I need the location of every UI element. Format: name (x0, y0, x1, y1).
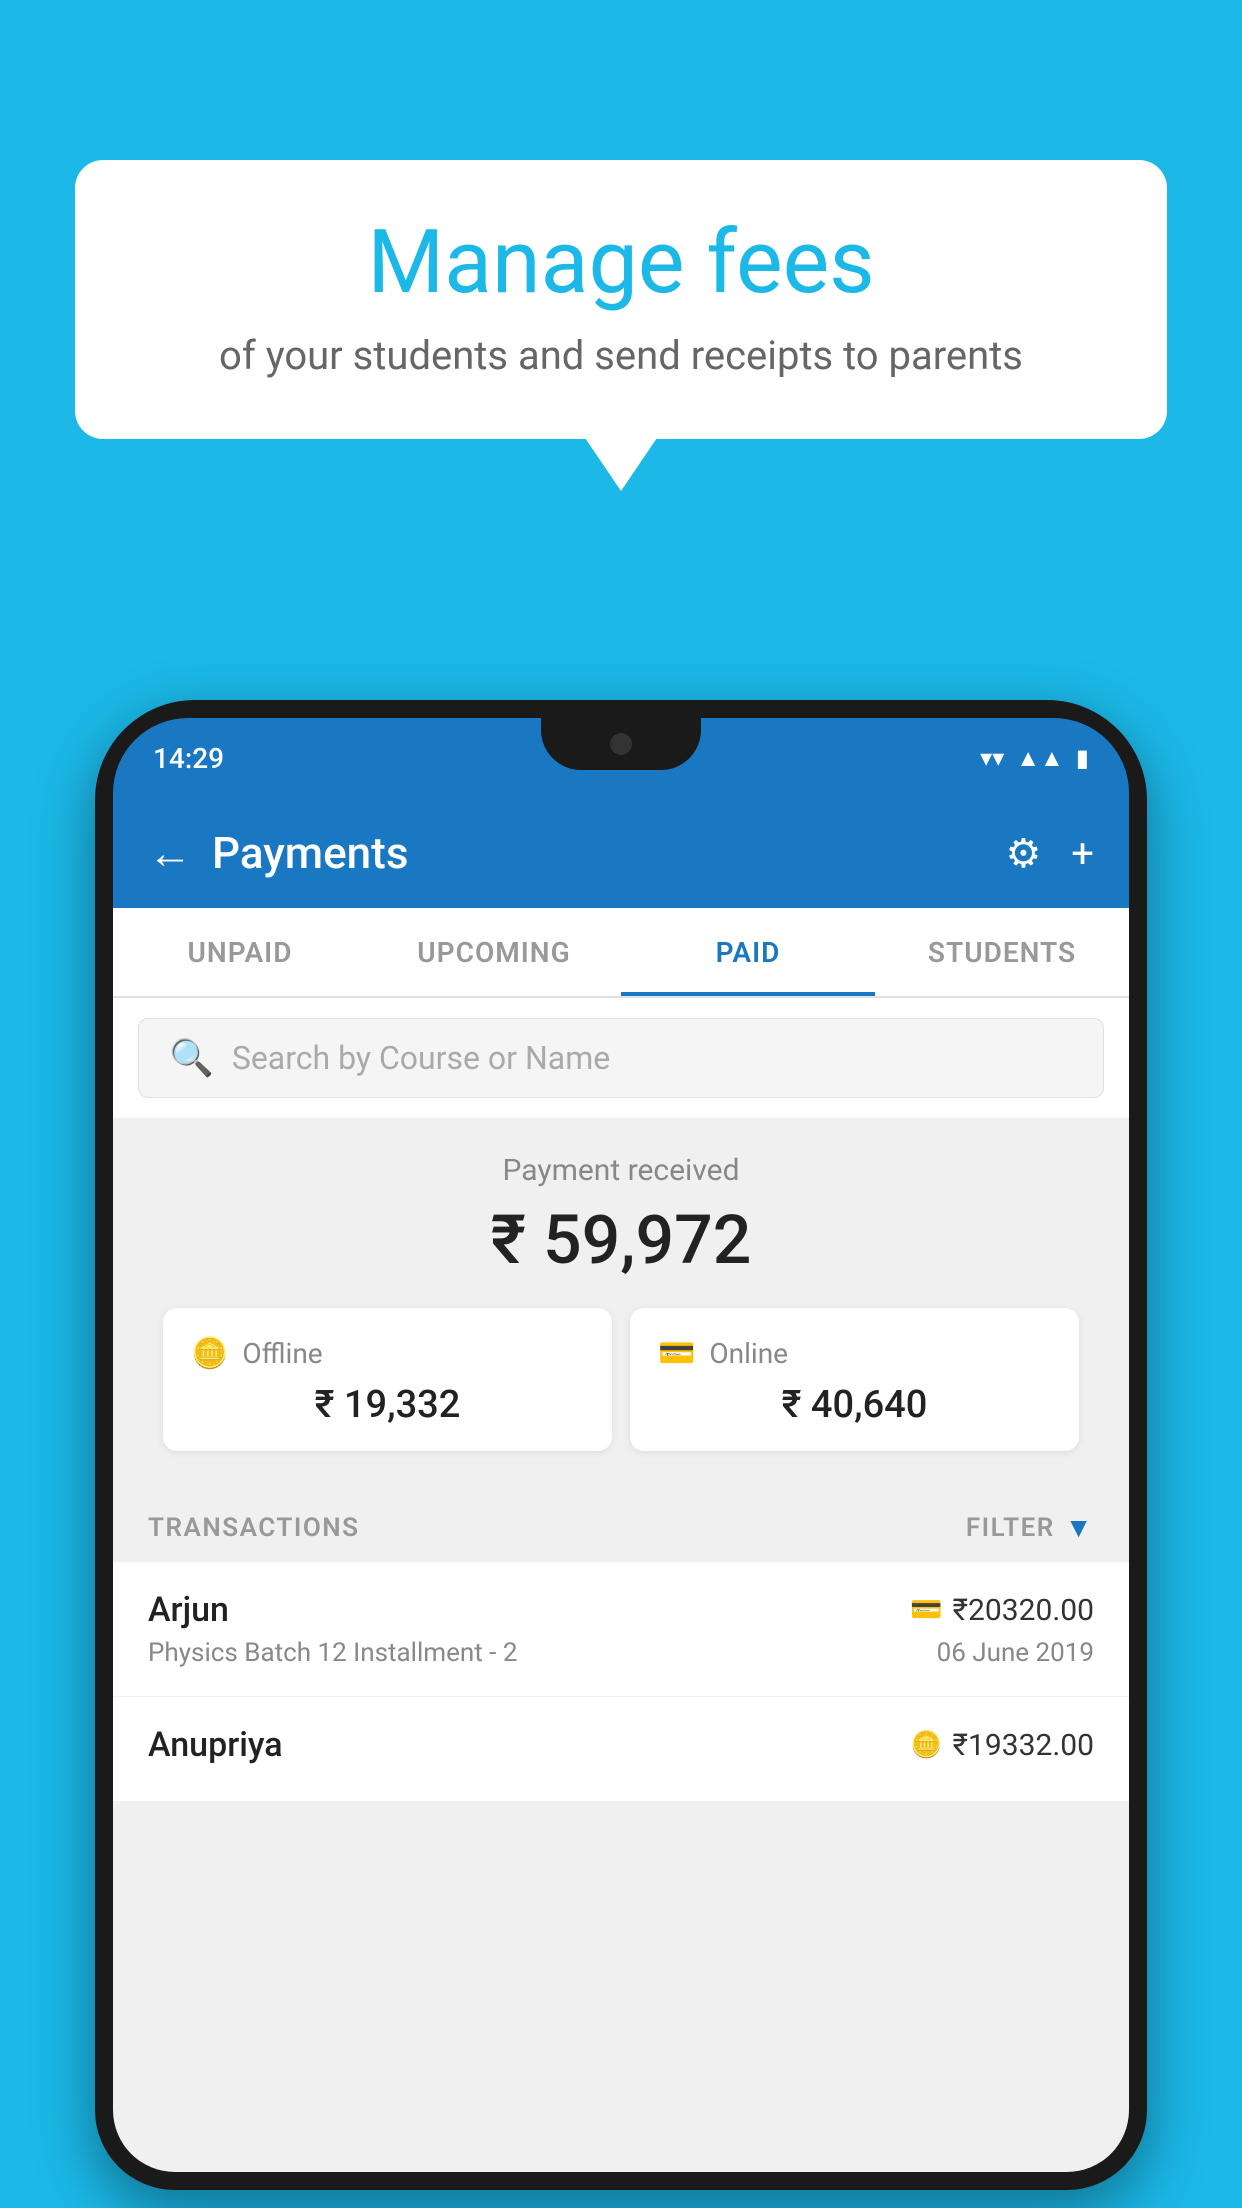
transactions-header: TRANSACTIONS FILTER ▼ (113, 1481, 1129, 1562)
credit-card-icon: 💳 (658, 1336, 695, 1371)
payment-type-icon-2: 🪙 (910, 1730, 942, 1760)
rupee-card-icon: 🪙 (191, 1336, 228, 1371)
status-bar: 14:29 ▾▾ ▲▲ ▮ (113, 718, 1129, 798)
search-placeholder: Search by Course or Name (232, 1039, 610, 1077)
offline-label: Offline (242, 1337, 322, 1370)
transaction-row-top-1: Arjun 💳 ₹20320.00 (148, 1590, 1094, 1630)
offline-card-header: 🪙 Offline (191, 1336, 584, 1371)
app-bar-title: Payments (212, 827, 985, 879)
phone-screen: ← Payments ⚙ + UNPAID UPCOMING PAID STUD… (113, 798, 1129, 2172)
table-row[interactable]: Arjun 💳 ₹20320.00 Physics Batch 12 Insta… (113, 1562, 1129, 1697)
payment-type-icon-1: 💳 (910, 1595, 942, 1625)
transaction-name-2: Anupriya (148, 1725, 283, 1765)
status-time: 14:29 (153, 742, 224, 775)
search-bar-wrapper: 🔍 Search by Course or Name (113, 998, 1129, 1118)
transaction-amount-1: 💳 ₹20320.00 (910, 1593, 1094, 1628)
speech-bubble-subtitle: of your students and send receipts to pa… (135, 332, 1107, 379)
speech-bubble: Manage fees of your students and send re… (75, 160, 1167, 439)
filter-icon: ▼ (1065, 1511, 1094, 1544)
app-bar: ← Payments ⚙ + (113, 798, 1129, 908)
battery-icon: ▮ (1076, 744, 1089, 772)
payment-received-amount: ₹ 59,972 (138, 1200, 1104, 1280)
search-icon: 🔍 (169, 1037, 214, 1079)
transaction-amount-2: 🪙 ₹19332.00 (910, 1728, 1094, 1763)
tabs-bar: UNPAID UPCOMING PAID STUDENTS (113, 908, 1129, 998)
add-icon[interactable]: + (1071, 830, 1094, 877)
offline-amount: ₹ 19,332 (191, 1383, 584, 1427)
filter-label: FILTER (966, 1513, 1055, 1543)
settings-icon[interactable]: ⚙ (1005, 830, 1041, 877)
table-row[interactable]: Anupriya 🪙 ₹19332.00 (113, 1697, 1129, 1802)
wifi-icon: ▾▾ (980, 744, 1004, 772)
offline-card: 🪙 Offline ₹ 19,332 (163, 1308, 612, 1451)
tab-paid[interactable]: PAID (621, 908, 875, 996)
back-button[interactable]: ← (148, 827, 192, 879)
filter-button[interactable]: FILTER ▼ (966, 1511, 1094, 1544)
online-card: 💳 Online ₹ 40,640 (630, 1308, 1079, 1451)
phone-notch (541, 718, 701, 770)
payment-received-section: Payment received ₹ 59,972 🪙 Offline ₹ 19… (113, 1118, 1129, 1481)
payment-cards: 🪙 Offline ₹ 19,332 💳 Online ₹ 40,640 (163, 1308, 1079, 1451)
signal-icon: ▲▲ (1016, 744, 1064, 773)
transaction-name-1: Arjun (148, 1590, 229, 1630)
speech-bubble-title: Manage fees (135, 215, 1107, 312)
transactions-label: TRANSACTIONS (148, 1513, 360, 1543)
payment-received-label: Payment received (138, 1153, 1104, 1188)
search-bar[interactable]: 🔍 Search by Course or Name (138, 1018, 1104, 1098)
tab-upcoming[interactable]: UPCOMING (367, 908, 621, 996)
transaction-row-top-2: Anupriya 🪙 ₹19332.00 (148, 1725, 1094, 1765)
phone-wrapper: 14:29 ▾▾ ▲▲ ▮ ← Payments ⚙ + (95, 700, 1147, 2208)
status-icons: ▾▾ ▲▲ ▮ (980, 744, 1089, 773)
phone-device: 14:29 ▾▾ ▲▲ ▮ ← Payments ⚙ + (95, 700, 1147, 2190)
transaction-row-bottom-1: Physics Batch 12 Installment - 2 06 June… (148, 1638, 1094, 1668)
online-label: Online (709, 1337, 788, 1370)
online-amount: ₹ 40,640 (658, 1383, 1051, 1427)
transaction-date-1: 06 June 2019 (937, 1638, 1094, 1668)
transaction-course-1: Physics Batch 12 Installment - 2 (148, 1638, 517, 1668)
tab-unpaid[interactable]: UNPAID (113, 908, 367, 996)
app-bar-actions: ⚙ + (1005, 830, 1094, 877)
transaction-list: Arjun 💳 ₹20320.00 Physics Batch 12 Insta… (113, 1562, 1129, 1802)
tab-students[interactable]: STUDENTS (875, 908, 1129, 996)
camera-dot (610, 733, 632, 755)
online-card-header: 💳 Online (658, 1336, 1051, 1371)
